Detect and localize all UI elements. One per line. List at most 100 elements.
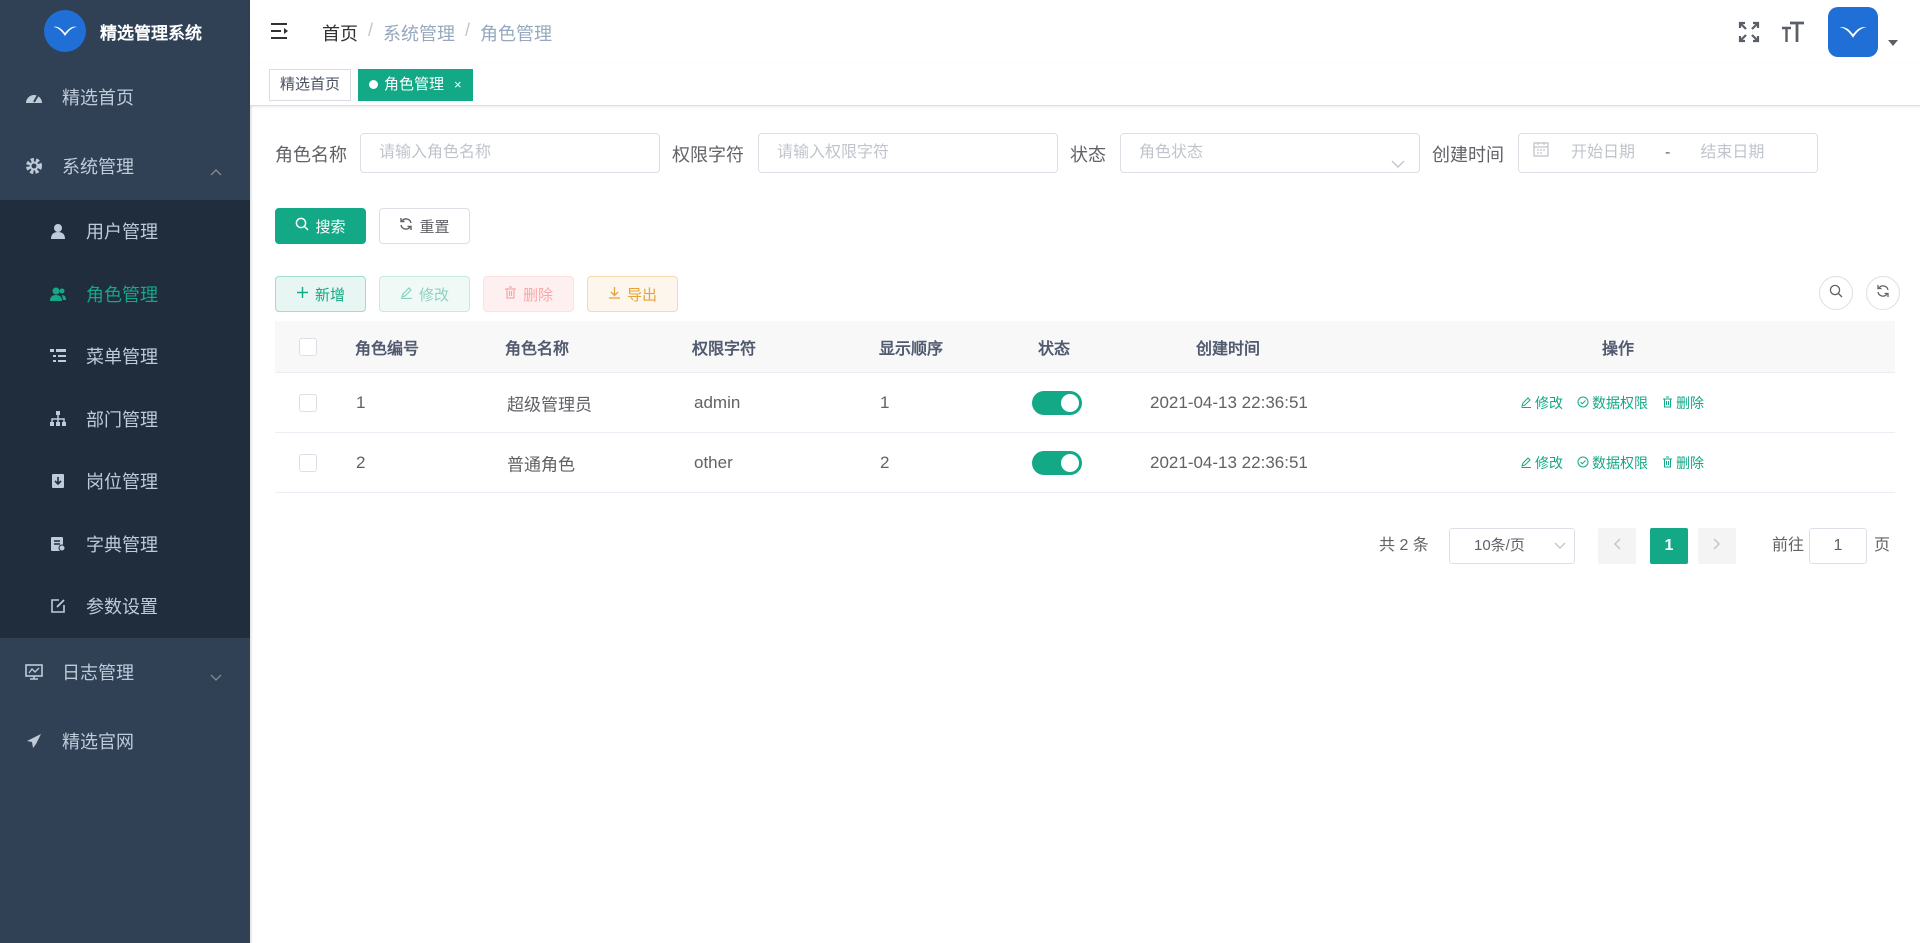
peoples-icon	[48, 284, 68, 304]
sidebar-item-label: 用户管理	[86, 222, 158, 243]
search-icon	[1829, 284, 1843, 303]
end-date-placeholder: 结束日期	[1700, 144, 1765, 161]
cell-sort: 2	[880, 452, 890, 472]
breadcrumb-separator: /	[465, 20, 471, 40]
sidebar-item-menus[interactable]: 菜单管理	[0, 325, 250, 388]
chevron-up-icon	[210, 160, 222, 181]
search-button-label: 搜索	[315, 218, 346, 236]
tag-roles[interactable]: 角色管理 ×	[358, 69, 473, 101]
sidebar: 精选管理系统 精选首页 系统管理 用户管理 角色管理 菜单管理 部门管理 岗位管…	[0, 0, 250, 943]
page-number-current[interactable]: 1	[1650, 528, 1688, 564]
logo[interactable]: 精选管理系统	[0, 0, 250, 62]
reset-button[interactable]: 重置	[379, 208, 470, 244]
breadcrumb-home[interactable]: 首页	[322, 20, 358, 46]
font-size-icon[interactable]	[1778, 17, 1808, 47]
select-all-checkbox[interactable]	[299, 337, 317, 356]
active-dot-icon	[369, 79, 378, 89]
row-delete-label: 删除	[1676, 394, 1704, 411]
cell-id: 2	[356, 452, 366, 472]
row-data-scope-link[interactable]: 数据权限	[1577, 453, 1648, 473]
sidebar-item-label: 菜单管理	[86, 347, 158, 368]
export-button-label: 导出	[626, 286, 657, 304]
delete-button[interactable]: 删除	[483, 276, 574, 312]
sidebar-item-label: 参数设置	[86, 597, 158, 618]
row-delete-link[interactable]: 删除	[1662, 393, 1704, 413]
refresh-table-button[interactable]	[1866, 276, 1900, 310]
goto-page-input[interactable]: 1	[1809, 528, 1867, 564]
sidebar-item-label: 部门管理	[86, 409, 158, 430]
prev-page-button[interactable]	[1598, 528, 1636, 564]
export-button[interactable]: 导出	[587, 276, 678, 312]
edit-icon	[48, 596, 68, 616]
sidebar-item-depts[interactable]: 部门管理	[0, 388, 250, 451]
sidebar-item-roles[interactable]: 角色管理	[0, 263, 250, 326]
avatar[interactable]	[1828, 6, 1878, 57]
search-icon	[295, 217, 310, 235]
col-header-ops: 操作	[1602, 340, 1635, 358]
row-edit-link[interactable]: 修改	[1521, 453, 1563, 473]
perm-key-input[interactable]: 请输入权限字符	[758, 133, 1058, 173]
sidebar-item-dicts[interactable]: 字典管理	[0, 513, 250, 576]
fullscreen-icon[interactable]	[1734, 17, 1764, 47]
sidebar-item-label: 角色管理	[86, 284, 158, 305]
status-select[interactable]: 角色状态	[1120, 133, 1420, 173]
row-edit-label: 修改	[1535, 454, 1563, 471]
page-size-value: 10条/页	[1474, 537, 1525, 554]
monitor-log-icon	[24, 662, 44, 682]
cell-key: other	[694, 452, 733, 472]
row-checkbox[interactable]	[299, 453, 317, 472]
calendar-icon	[1533, 134, 1549, 172]
cell-id: 1	[356, 392, 366, 412]
role-name-label: 角色名称	[275, 145, 347, 165]
role-name-input[interactable]: 请输入角色名称	[360, 133, 660, 173]
status-switch[interactable]	[1032, 450, 1082, 475]
sidebar-item-system[interactable]: 系统管理	[0, 131, 250, 200]
hamburger-icon[interactable]	[270, 21, 292, 41]
reset-button-label: 重置	[419, 218, 450, 236]
gear-icon	[24, 156, 44, 176]
date-range-picker[interactable]: 开始日期 - 结束日期	[1518, 133, 1818, 173]
download-icon	[608, 286, 621, 303]
row-edit-link[interactable]: 修改	[1521, 393, 1563, 413]
sidebar-item-logs[interactable]: 日志管理	[0, 638, 250, 707]
sidebar-item-home[interactable]: 精选首页	[0, 62, 250, 131]
add-button[interactable]: 新增	[275, 276, 366, 312]
refresh-icon	[1876, 284, 1890, 303]
toggle-search-button[interactable]	[1819, 276, 1853, 310]
chevron-down-icon	[1391, 146, 1405, 184]
perm-label: 权限字符	[672, 145, 744, 165]
table-row: 2 普通角色 other 2 2021-04-13 22:36:51 修改 数据…	[275, 433, 1895, 493]
row-actions: 修改 数据权限 删除	[1521, 453, 1704, 473]
edit-icon	[1521, 395, 1532, 411]
sidebar-item-label: 日志管理	[62, 663, 134, 683]
edit-button[interactable]: 修改	[379, 276, 470, 312]
sidebar-item-posts[interactable]: 岗位管理	[0, 450, 250, 513]
tag-home[interactable]: 精选首页	[269, 69, 352, 101]
close-icon[interactable]: ×	[454, 77, 462, 92]
cell-key: admin	[694, 392, 741, 412]
row-data-scope-link[interactable]: 数据权限	[1577, 393, 1648, 413]
status-switch[interactable]	[1032, 390, 1082, 415]
col-header-sort: 显示顺序	[879, 340, 944, 358]
role-name-placeholder: 请输入角色名称	[379, 144, 492, 161]
user-icon	[48, 221, 68, 241]
table-header: 角色编号 角色名称 权限字符 显示顺序 状态 创建时间 操作	[275, 321, 1895, 373]
row-data-scope-label: 数据权限	[1592, 394, 1648, 411]
tree-table-icon	[48, 346, 68, 366]
cell-name: 普通角色	[507, 455, 575, 474]
row-actions: 修改 数据权限 删除	[1521, 393, 1704, 413]
dashboard-icon	[24, 87, 44, 107]
row-delete-link[interactable]: 删除	[1662, 453, 1704, 473]
search-button[interactable]: 搜索	[275, 208, 366, 244]
sidebar-item-website[interactable]: 精选官网	[0, 707, 250, 776]
col-header-name: 角色名称	[505, 340, 570, 358]
row-checkbox[interactable]	[299, 393, 317, 412]
sidebar-item-users[interactable]: 用户管理	[0, 200, 250, 263]
cell-created: 2021-04-13 22:36:51	[1150, 392, 1308, 412]
circle-check-icon	[1577, 455, 1589, 471]
page-size-select[interactable]: 10条/页	[1449, 528, 1575, 564]
delete-button-label: 删除	[522, 286, 553, 304]
next-page-button[interactable]	[1698, 528, 1736, 564]
sidebar-item-config[interactable]: 参数设置	[0, 575, 250, 638]
caret-down-icon[interactable]	[1888, 39, 1898, 46]
